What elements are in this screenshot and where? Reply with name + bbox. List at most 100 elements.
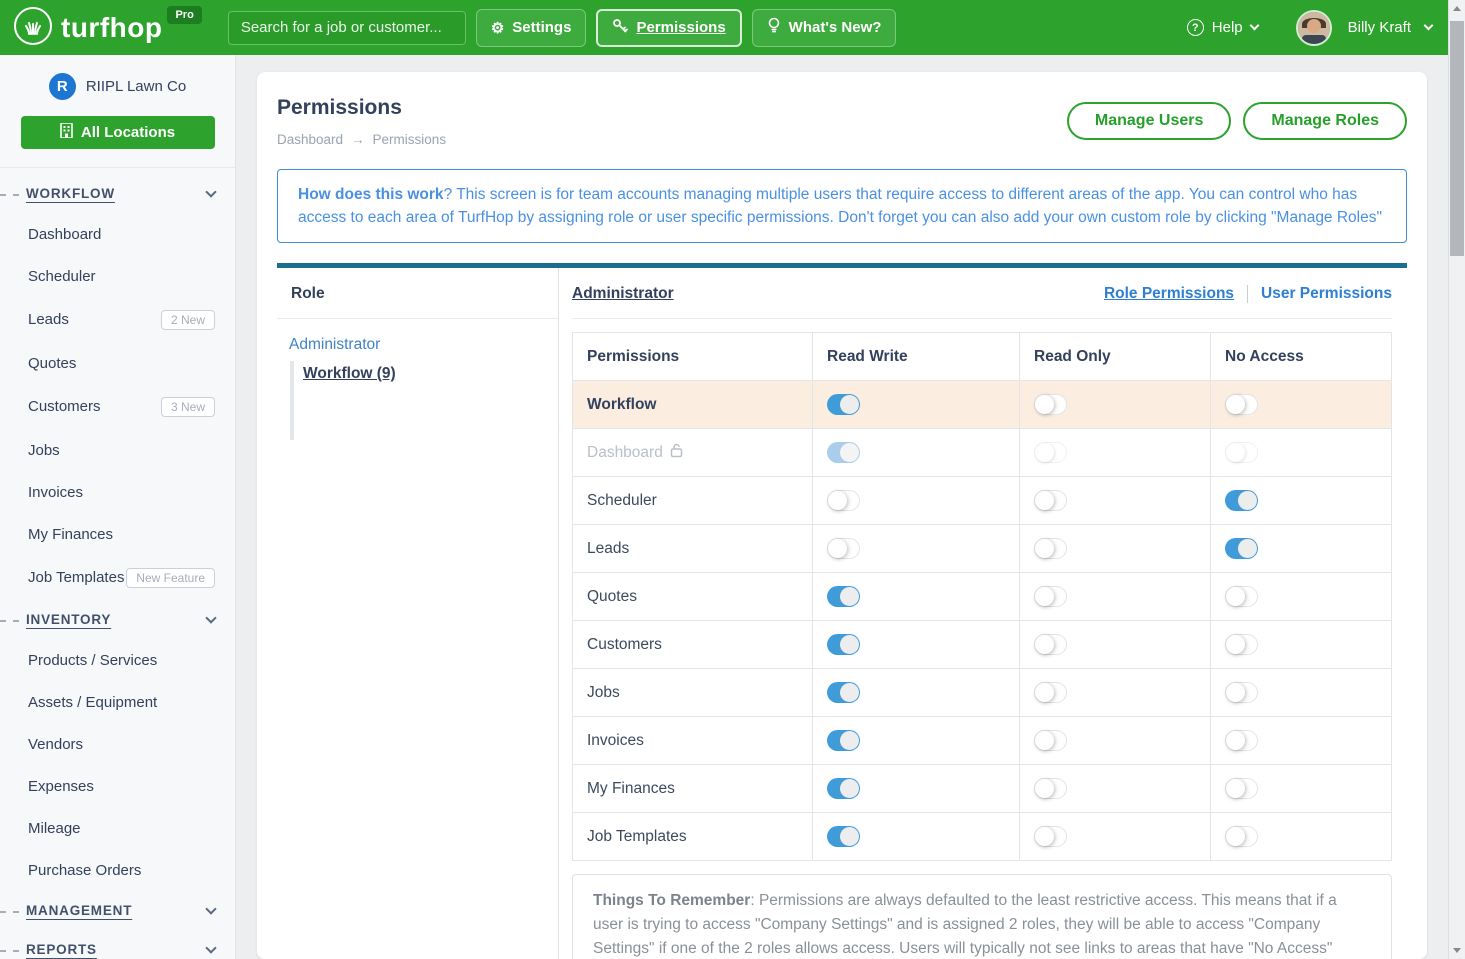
- role-tree-panel: Role Administrator Workflow (9): [277, 268, 559, 959]
- permissions-button[interactable]: Permissions: [596, 9, 741, 47]
- read-write-toggle[interactable]: [827, 442, 860, 463]
- brand-logo[interactable]: turfhop Pro: [14, 3, 202, 53]
- read-only-toggle[interactable]: [1034, 538, 1067, 559]
- read-write-toggle[interactable]: [827, 682, 860, 703]
- chevron-down-icon: [205, 612, 216, 623]
- divider: [0, 167, 235, 168]
- sidebar-item[interactable]: My Finances: [28, 513, 215, 555]
- count-badge: 2 New: [161, 310, 215, 330]
- sidebar-item[interactable]: Assets / Equipment: [28, 681, 215, 723]
- pro-badge: Pro: [167, 6, 201, 24]
- sidebar-item[interactable]: Scheduler: [28, 255, 215, 297]
- no-access-toggle[interactable]: [1225, 442, 1258, 463]
- manage-roles-button[interactable]: Manage Roles: [1243, 102, 1407, 140]
- table-row: Workflow: [573, 380, 1391, 428]
- company-name: RIIPL Lawn Co: [86, 78, 186, 95]
- sidebar-item[interactable]: Expenses: [28, 765, 215, 807]
- tree-group[interactable]: [303, 435, 558, 440]
- chevron-down-icon[interactable]: [1424, 21, 1434, 31]
- read-write-toggle[interactable]: [827, 778, 860, 799]
- sidebar-item[interactable]: Quotes: [28, 342, 215, 384]
- permissions-table: Permissions Read Write Read Only No Acce…: [572, 332, 1392, 861]
- chevron-down-icon: [205, 186, 216, 197]
- sidebar-section-management[interactable]: MANAGEMENT: [26, 891, 215, 930]
- sidebar-item[interactable]: Vendors: [28, 723, 215, 765]
- manage-users-button[interactable]: Manage Users: [1067, 102, 1232, 140]
- scroll-up-arrow[interactable]: [1449, 0, 1465, 17]
- sidebar-section-reports[interactable]: REPORTS: [26, 930, 215, 959]
- read-only-toggle[interactable]: [1034, 730, 1067, 751]
- no-access-toggle[interactable]: [1225, 826, 1258, 847]
- table-row: Dashboard: [573, 428, 1391, 476]
- read-write-toggle[interactable]: [827, 586, 860, 607]
- sidebar-item[interactable]: Customers 3 New: [28, 384, 215, 429]
- sidebar-item[interactable]: Products / Services: [28, 639, 215, 681]
- read-only-toggle[interactable]: [1034, 586, 1067, 607]
- no-access-toggle[interactable]: [1225, 778, 1258, 799]
- tree-group-workflow[interactable]: Workflow (9): [303, 361, 558, 389]
- company-avatar: R: [49, 73, 76, 100]
- app-window: turfhop Pro ⚙ Settings Permissions: [0, 0, 1465, 959]
- no-access-toggle[interactable]: [1225, 682, 1258, 703]
- sidebar-item[interactable]: Jobs: [28, 429, 215, 471]
- read-only-toggle[interactable]: [1034, 634, 1067, 655]
- brand-name: turfhop: [61, 3, 162, 53]
- sidebar-section-inventory[interactable]: INVENTORY: [26, 600, 215, 639]
- scroll-down-arrow[interactable]: [1449, 942, 1465, 959]
- sidebar-section-workflow[interactable]: WORKFLOW: [26, 174, 215, 213]
- help-menu[interactable]: ? Help: [1187, 19, 1258, 36]
- tree-role-administrator[interactable]: Administrator: [289, 332, 558, 358]
- no-access-toggle[interactable]: [1225, 394, 1258, 415]
- read-only-toggle[interactable]: [1034, 394, 1067, 415]
- no-access-toggle[interactable]: [1225, 490, 1258, 511]
- settings-button[interactable]: ⚙ Settings: [476, 9, 587, 47]
- turfhop-grass-icon: [14, 7, 52, 45]
- tab-user-permissions[interactable]: User Permissions: [1261, 285, 1392, 303]
- whats-new-button[interactable]: What's New?: [752, 9, 897, 47]
- table-header-row: Permissions Read Write Read Only No Acce…: [573, 333, 1391, 380]
- user-name[interactable]: Billy Kraft: [1348, 19, 1411, 36]
- table-row: Job Templates: [573, 812, 1391, 860]
- breadcrumb: Dashboard → Permissions: [277, 132, 446, 147]
- table-row: Quotes: [573, 572, 1391, 620]
- selected-role-name[interactable]: Administrator: [572, 285, 674, 303]
- read-write-toggle[interactable]: [827, 538, 860, 559]
- building-icon: [60, 123, 73, 142]
- table-row: Customers: [573, 620, 1391, 668]
- breadcrumb-arrow-icon: →: [351, 132, 365, 147]
- read-write-toggle[interactable]: [827, 730, 860, 751]
- sidebar-item[interactable]: Dashboard: [28, 213, 215, 255]
- read-only-toggle[interactable]: [1034, 778, 1067, 799]
- help-icon: ?: [1187, 19, 1204, 36]
- permissions-card: Permissions Dashboard → Permissions Mana…: [257, 72, 1427, 959]
- sidebar-item[interactable]: Invoices: [28, 471, 215, 513]
- read-write-toggle[interactable]: [827, 634, 860, 655]
- no-access-toggle[interactable]: [1225, 586, 1258, 607]
- read-only-toggle[interactable]: [1034, 490, 1067, 511]
- no-access-toggle[interactable]: [1225, 538, 1258, 559]
- role-tree: Administrator Workflow (9): [277, 319, 558, 468]
- company-switcher[interactable]: R RIIPL Lawn Co: [0, 73, 235, 100]
- tree-role[interactable]: [289, 453, 558, 458]
- read-only-toggle[interactable]: [1034, 442, 1067, 463]
- read-write-toggle[interactable]: [827, 490, 860, 511]
- global-search-input[interactable]: [228, 11, 466, 45]
- no-access-toggle[interactable]: [1225, 730, 1258, 751]
- gear-icon: ⚙: [491, 19, 504, 37]
- tab-role-permissions[interactable]: Role Permissions: [1104, 285, 1234, 303]
- sidebar-item[interactable]: Mileage: [28, 807, 215, 849]
- sidebar-item[interactable]: Purchase Orders: [28, 849, 215, 891]
- read-only-toggle[interactable]: [1034, 826, 1067, 847]
- scrollbar-thumb[interactable]: [1450, 21, 1464, 256]
- breadcrumb-dashboard[interactable]: Dashboard: [277, 132, 343, 147]
- main-content: Permissions Dashboard → Permissions Mana…: [236, 55, 1448, 959]
- read-write-toggle[interactable]: [827, 826, 860, 847]
- window-scrollbar[interactable]: [1448, 0, 1465, 959]
- read-write-toggle[interactable]: [827, 394, 860, 415]
- sidebar-item[interactable]: Job Templates New Feature: [28, 555, 215, 600]
- user-avatar[interactable]: [1296, 10, 1332, 46]
- sidebar-item[interactable]: Leads 2 New: [28, 297, 215, 342]
- all-locations-button[interactable]: All Locations: [21, 116, 215, 149]
- no-access-toggle[interactable]: [1225, 634, 1258, 655]
- read-only-toggle[interactable]: [1034, 682, 1067, 703]
